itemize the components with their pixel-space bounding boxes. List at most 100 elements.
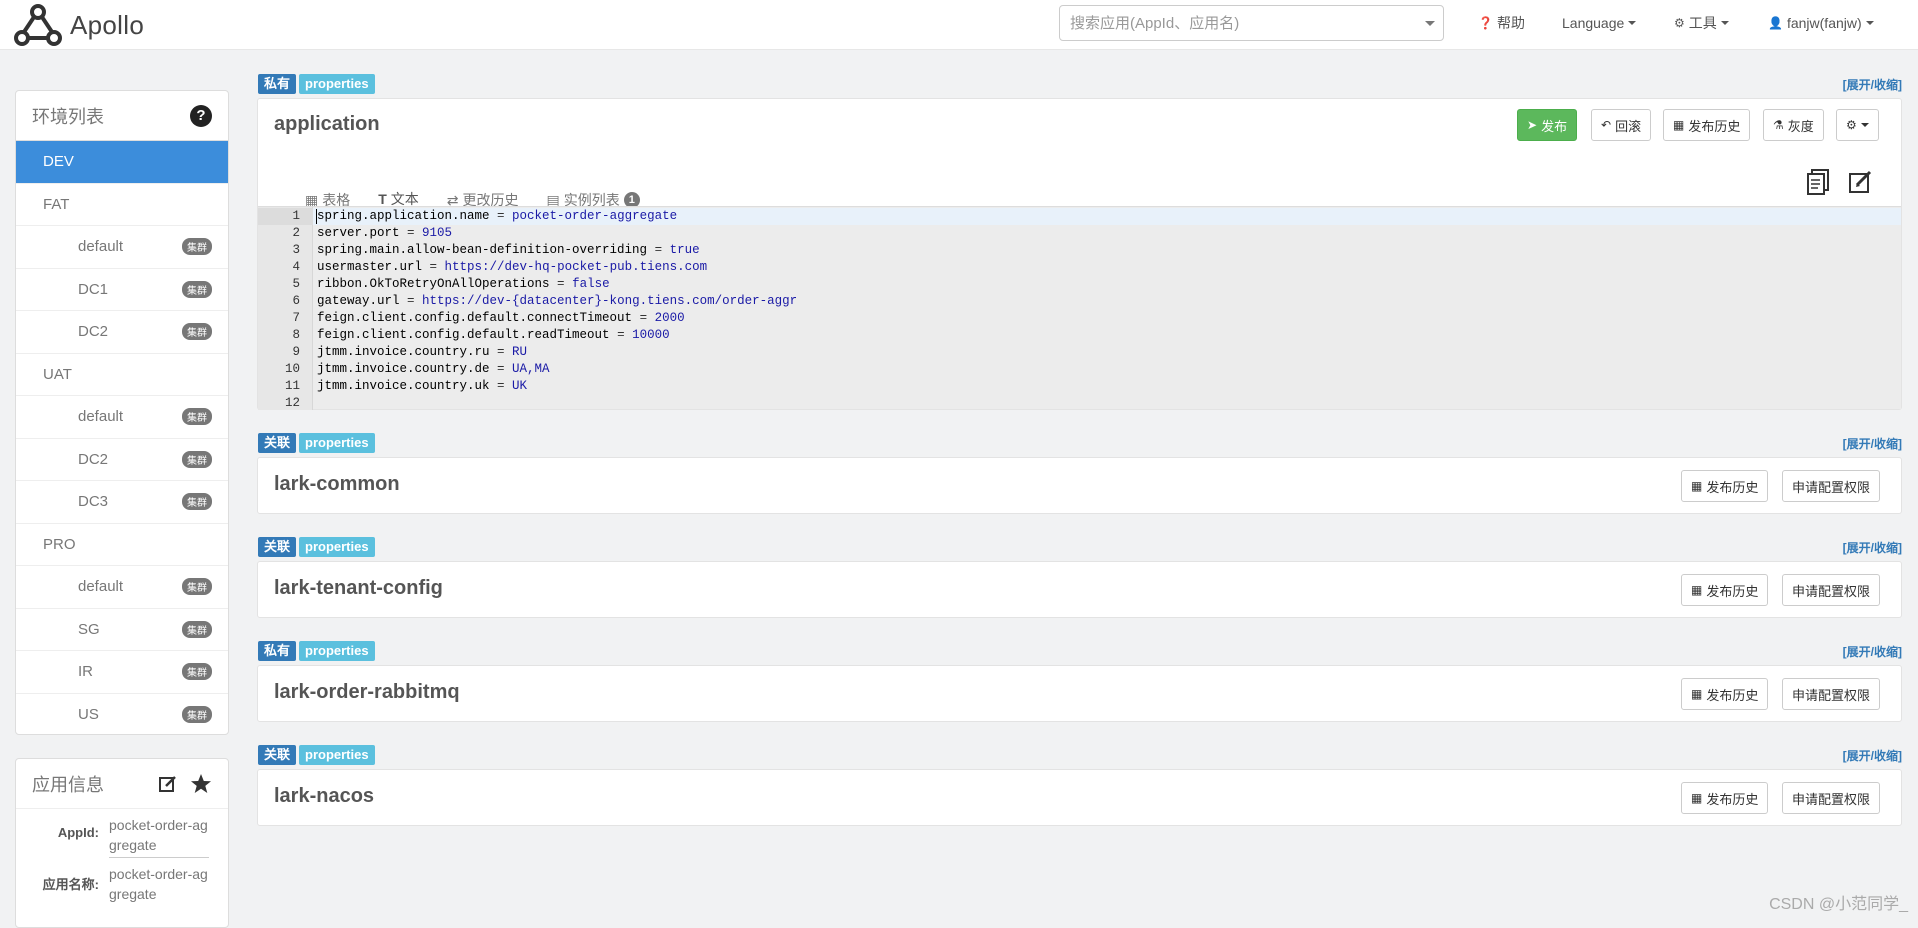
cluster-item[interactable]: DC3 集群 (16, 481, 228, 524)
env-label: DEV (43, 153, 74, 171)
cluster-item[interactable]: IR 集群 (16, 651, 228, 694)
line-number: 11 (284, 379, 300, 393)
env-list-panel: 环境列表 ? DEV FAT default 集群 DC1 集群 DC2 集群 … (15, 90, 229, 735)
line-number: 3 (292, 243, 300, 257)
brand-name: Apollo (70, 9, 145, 40)
send-icon: ➤ (1527, 118, 1538, 132)
expand-collapse-link[interactable]: [展开/收缩] (1843, 76, 1902, 93)
brand-logo[interactable]: Apollo (12, 0, 144, 50)
env-item-uat[interactable]: UAT (16, 354, 228, 396)
cluster-badge: 集群 (182, 238, 212, 256)
config-value: pocket-order-aggregate (512, 209, 678, 223)
cluster-item[interactable]: SG 集群 (16, 609, 228, 651)
caret-down-icon (1628, 21, 1637, 25)
user-icon: 👤 (1768, 16, 1783, 30)
line-number: 7 (292, 311, 300, 325)
help-link[interactable]: ❓ 帮助 (1478, 0, 1525, 46)
cluster-item[interactable]: default 集群 (16, 226, 228, 269)
env-item-dev[interactable]: DEV (16, 141, 228, 184)
help-label: 帮助 (1496, 15, 1525, 31)
app-search-box[interactable] (1059, 5, 1444, 41)
config-key: gateway.url (317, 294, 400, 308)
apply-permission-button[interactable]: 申请配置权限 (1782, 782, 1881, 814)
history-label: 发布历史 (1706, 791, 1759, 807)
cluster-badge: 集群 (182, 280, 212, 298)
publish-history-button[interactable]: ▦ 发布历史 (1681, 782, 1769, 814)
line-number: 9 (292, 345, 300, 359)
text-icon: T (378, 191, 387, 207)
config-value: UA,MA (512, 362, 550, 376)
namespace-tags: 私有 properties (258, 74, 375, 94)
cluster-item[interactable]: US 集群 (16, 694, 228, 737)
cluster-label: DC2 (78, 323, 109, 341)
editor-line: 5 ribbon.OkToRetryOnAllOperations = fals… (258, 276, 1901, 293)
config-value: 10000 (632, 328, 670, 342)
cluster-item[interactable]: DC2 集群 (16, 439, 228, 481)
cluster-item[interactable]: DC2 集群 (16, 311, 228, 354)
env-label: UAT (43, 365, 72, 383)
apply-permission-button[interactable]: 申请配置权限 (1782, 678, 1881, 710)
expand-collapse-link[interactable]: [展开/收缩] (1843, 747, 1902, 764)
history-label: 发布历史 (1706, 687, 1759, 703)
env-list-title: 环境列表 (32, 106, 104, 127)
cluster-label: default (78, 238, 124, 256)
gray-release-button[interactable]: ⚗ 灰度 (1763, 109, 1824, 141)
star-icon[interactable] (190, 773, 212, 795)
history-label: 发布历史 (1706, 583, 1759, 599)
publish-label: 发布 (1541, 118, 1568, 134)
expand-collapse-link[interactable]: [展开/收缩] (1843, 643, 1902, 660)
namespace-panel-lark-tenant-config: lark-tenant-config ▦ 发布历史 申请配置权限 (257, 561, 1902, 618)
edit-icon[interactable] (158, 774, 178, 794)
editor-line: 12 (258, 395, 1901, 412)
copy-icon[interactable] (1806, 169, 1830, 195)
cluster-badge: 集群 (182, 493, 212, 511)
publish-history-button[interactable]: ▦ 发布历史 (1681, 470, 1769, 502)
env-item-fat[interactable]: FAT (16, 184, 228, 226)
config-key: feign.client.config.default.connectTimeo… (317, 311, 633, 325)
config-key: jtmm.invoice.country.uk (317, 379, 490, 393)
top-navbar: Apollo ❓ 帮助 Language ⚙ 工具 👤 fanjw(fanjw) (0, 0, 1918, 50)
history-icon: ▦ (1691, 583, 1703, 597)
publish-history-button[interactable]: ▦ 发布历史 (1681, 678, 1769, 710)
publish-history-button[interactable]: ▦ 发布历史 (1681, 574, 1769, 606)
apply-permission-button[interactable]: 申请配置权限 (1782, 574, 1881, 606)
tools-dropdown[interactable]: ⚙ 工具 (1674, 0, 1729, 46)
rollback-button[interactable]: ↶ 回滚 (1591, 109, 1652, 141)
cluster-item[interactable]: DC1 集群 (16, 269, 228, 311)
language-dropdown[interactable]: Language (1562, 0, 1637, 46)
cluster-item[interactable]: default 集群 (16, 396, 228, 439)
config-value: false (572, 277, 610, 291)
gear-icon: ⚙ (1846, 118, 1857, 132)
publish-button[interactable]: ➤ 发布 (1517, 109, 1578, 141)
scope-tag: 私有 (258, 641, 297, 661)
expand-collapse-link[interactable]: [展开/收缩] (1843, 435, 1902, 452)
namespace-tags: 关联 properties (258, 745, 375, 765)
settings-dropdown-button[interactable]: ⚙ (1836, 109, 1879, 141)
appid-row: AppId: pocket-order-aggregate (16, 809, 228, 858)
expand-collapse-link[interactable]: [展开/收缩] (1843, 539, 1902, 556)
chevron-down-icon[interactable] (1425, 21, 1435, 26)
namespace-name: lark-nacos (274, 785, 375, 807)
edit-icon[interactable] (1848, 169, 1874, 195)
apply-permission-button[interactable]: 申请配置权限 (1782, 470, 1881, 502)
help-icon[interactable]: ? (190, 104, 212, 127)
app-info-title: 应用信息 (32, 774, 104, 795)
apollo-logo-icon (14, 4, 62, 46)
env-label: PRO (43, 535, 76, 553)
publish-history-button[interactable]: ▦ 发布历史 (1663, 109, 1751, 141)
cluster-item[interactable]: default 集群 (16, 566, 228, 609)
app-search-input[interactable] (1060, 6, 1410, 40)
config-value: https://dev-{datacenter}-kong.tiens.com/… (422, 294, 798, 308)
env-item-pro[interactable]: PRO (16, 524, 228, 566)
editor-line: 3 spring.main.allow-bean-definition-over… (258, 242, 1901, 259)
user-dropdown[interactable]: 👤 fanjw(fanjw) (1768, 0, 1874, 46)
gear-icon: ⚙ (1674, 16, 1685, 30)
cluster-badge: 集群 (182, 578, 212, 596)
apply-label: 申请配置权限 (1792, 687, 1871, 703)
cluster-label: IR (78, 663, 93, 681)
apply-label: 申请配置权限 (1792, 791, 1871, 807)
history-icon: ▦ (1691, 687, 1703, 701)
config-text-editor[interactable]: 1 spring.application.name = pocket-order… (258, 206, 1901, 412)
config-key: spring.main.allow-bean-definition-overri… (317, 243, 648, 257)
line-number: 4 (292, 260, 300, 274)
